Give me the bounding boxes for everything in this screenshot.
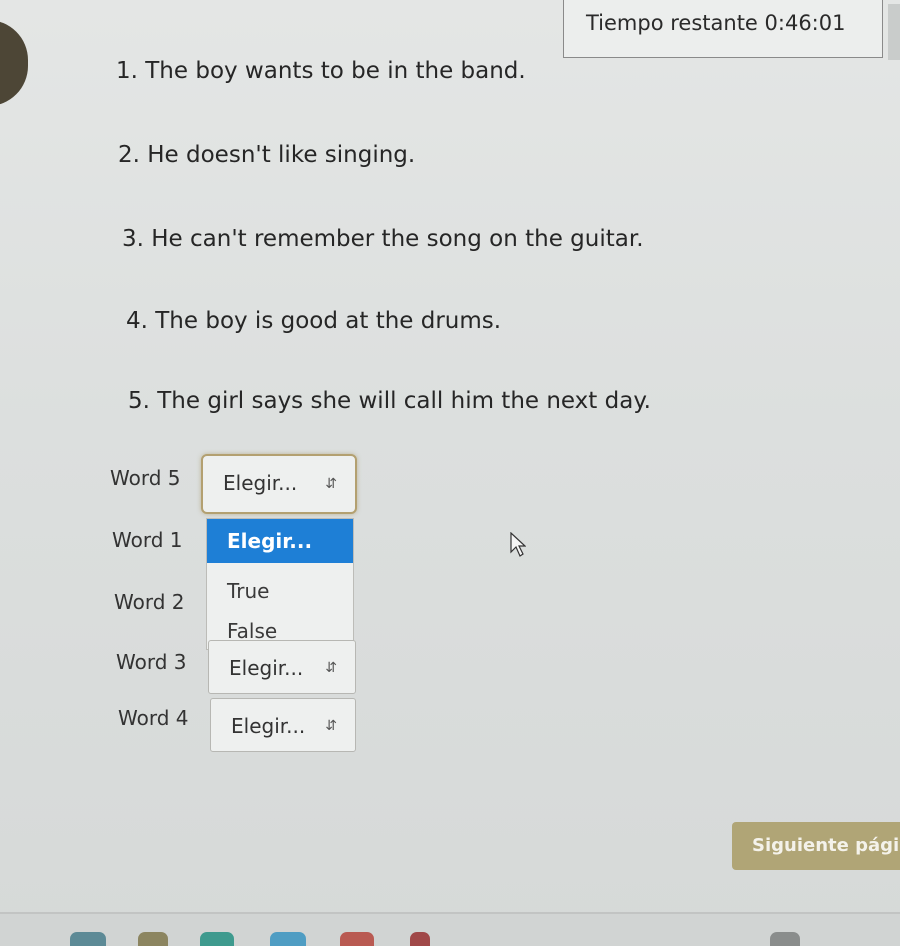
answer-select-word-3[interactable]: Elegir... ⇵ [208,640,356,694]
taskbar-app-icon[interactable] [138,932,168,946]
taskbar [0,914,900,946]
question-1: 1. The boy wants to be in the band. [116,58,526,84]
dropdown-option-elegir[interactable]: Elegir... [207,519,353,563]
answer-select-word-4[interactable]: Elegir... ⇵ [210,698,356,752]
dropdown-option-true[interactable]: True [207,573,353,609]
time-remaining-box: Tiempo restante 0:46:01 [563,0,883,58]
screen: Tiempo restante 0:46:01 1. The boy wants… [0,0,900,946]
answer-select-word-4-value: Elegir... [231,714,306,738]
answer-label-word-3: Word 3 [116,650,187,674]
side-avatar-blob [0,20,28,106]
taskbar-app-icon[interactable] [70,932,106,946]
taskbar-app-icon[interactable] [340,932,374,946]
answer-select-word-5[interactable]: Elegir... ⇵ [201,454,357,514]
select-arrows-icon: ⇵ [325,476,337,492]
taskbar-app-icon[interactable] [770,932,800,946]
taskbar-app-icon[interactable] [200,932,234,946]
answer-label-word-1: Word 1 [112,528,183,552]
next-page-button[interactable]: Siguiente pági [732,822,900,870]
question-5: 5. The girl says she will call him the n… [128,388,651,414]
taskbar-app-icon[interactable] [410,932,430,946]
timer-edge [888,4,900,60]
taskbar-app-icon[interactable] [270,932,306,946]
answer-select-word-3-value: Elegir... [229,656,304,680]
answer-dropdown-list[interactable]: Elegir... True False [206,518,354,650]
mouse-cursor-icon [510,532,526,557]
select-arrows-icon: ⇵ [325,718,337,734]
select-arrows-icon: ⇵ [325,660,337,676]
question-2: 2. He doesn't like singing. [118,142,416,168]
answer-label-word-5: Word 5 [110,466,181,490]
answer-label-word-2: Word 2 [114,590,185,614]
time-remaining-text: Tiempo restante 0:46:01 [586,11,846,35]
answer-label-word-4: Word 4 [118,706,189,730]
question-3: 3. He can't remember the song on the gui… [122,226,644,252]
answer-select-word-5-value: Elegir... [223,471,298,495]
question-4: 4. The boy is good at the drums. [126,308,502,334]
